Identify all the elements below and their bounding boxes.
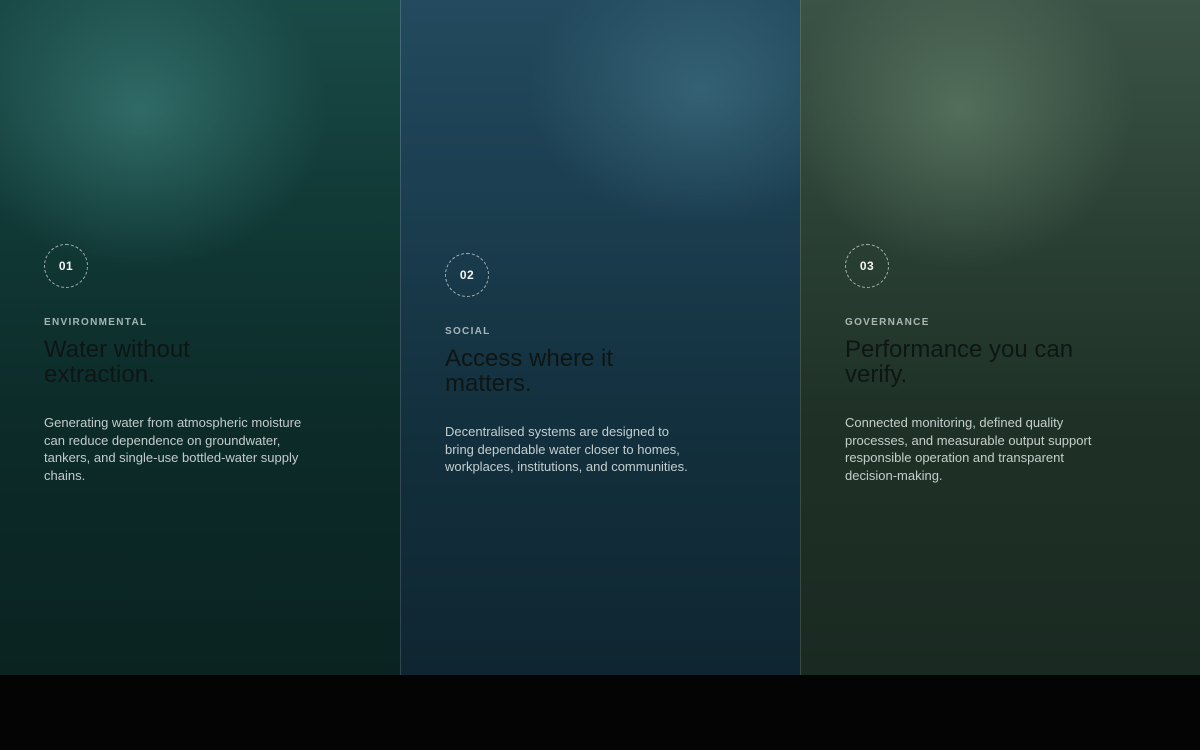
pillar-number-badge: 03	[845, 244, 889, 288]
pillar-category: SOCIAL	[445, 326, 491, 337]
esg-section: 01 ENVIRONMENTAL Water without extractio…	[0, 0, 1200, 750]
pillar-number-badge: 02	[445, 253, 489, 297]
pillar-description: Decentralised systems are designed to br…	[445, 424, 688, 474]
pillar-content: 03 GOVERNANCE Performance you can verify…	[845, 244, 1135, 484]
pillar-category: ENVIRONMENTAL	[44, 317, 148, 328]
pillar-description: Generating water from atmospheric moistu…	[44, 415, 302, 483]
pillar-title: Water without extraction.	[44, 336, 190, 388]
pillar-category: GOVERNANCE	[845, 317, 930, 328]
pillar-content: 01 ENVIRONMENTAL Water without extractio…	[44, 244, 334, 484]
pillar-title: Performance you can verify.	[845, 336, 1074, 388]
pillar-card-social: 02 SOCIAL Access where it matters. Decen…	[400, 0, 800, 675]
pillar-card-governance: 03 GOVERNANCE Performance you can verify…	[800, 0, 1200, 675]
pillar-content: 02 SOCIAL Access where it matters. Decen…	[445, 253, 735, 476]
pillar-panels: 01 ENVIRONMENTAL Water without extractio…	[0, 0, 1200, 675]
pillar-card-environmental: 01 ENVIRONMENTAL Water without extractio…	[0, 0, 400, 675]
pillar-title: Access where it matters.	[445, 345, 614, 397]
pillar-number-badge: 01	[44, 244, 88, 288]
pillar-description: Connected monitoring, defined quality pr…	[845, 415, 1092, 483]
